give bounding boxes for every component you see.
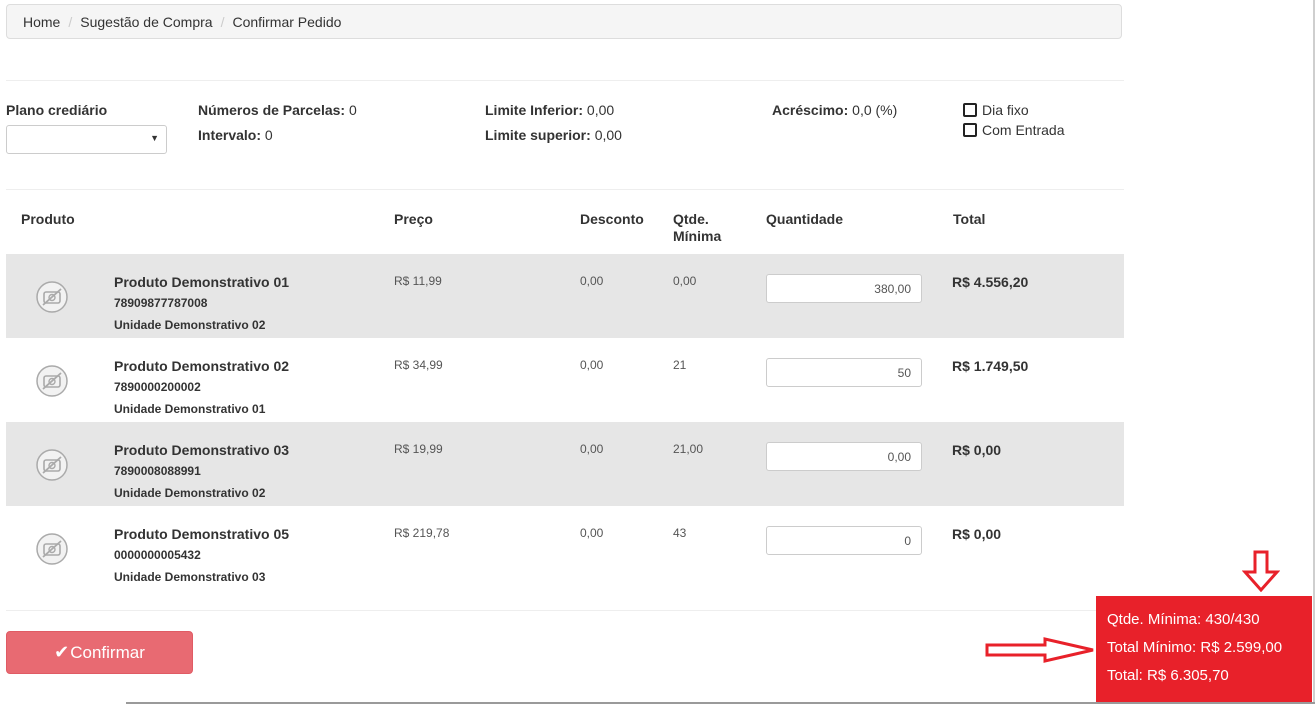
product-code: 78909877787008 — [114, 296, 208, 310]
table-row: Produto Demonstrativo 03 7890008088991 U… — [6, 422, 1124, 506]
checkbox-icon — [963, 123, 977, 137]
no-image-icon — [36, 533, 68, 565]
product-discount: 0,00 — [580, 358, 604, 372]
arrow-down-icon — [1242, 550, 1280, 592]
product-price: R$ 34,99 — [394, 358, 443, 372]
order-summary: Qtde. Mínima: 430/430 Total Mínimo: R$ 2… — [1096, 596, 1312, 704]
no-image-icon — [36, 281, 68, 313]
interval-field: Intervalo: 0 — [198, 127, 273, 143]
product-total: R$ 1.749,50 — [952, 358, 1029, 374]
header-discount: Desconto — [580, 211, 644, 227]
table-row: Produto Demonstrativo 02 7890000200002 U… — [6, 338, 1124, 422]
check-icon: ✔ — [54, 642, 70, 662]
fixed-day-label: Dia fixo — [982, 102, 1029, 118]
confirm-button-label: Confirmar — [70, 642, 145, 662]
product-unit: Unidade Demonstrativo 02 — [114, 486, 266, 500]
product-name: Produto Demonstrativo 05 — [114, 526, 290, 542]
breadcrumb-current: Confirmar Pedido — [232, 13, 342, 30]
product-code: 7890000200002 — [114, 380, 201, 394]
product-unit: Unidade Demonstrativo 02 — [114, 318, 266, 332]
down-payment-checkbox[interactable]: Com Entrada — [963, 122, 1064, 138]
breadcrumb: Home / Sugestão de Compra / Confirmar Pe… — [6, 4, 1122, 39]
header-price: Preço — [394, 211, 433, 227]
surcharge-field: Acréscimo: 0,0 (%) — [772, 102, 897, 118]
header-min-qty-line2: Mínima — [673, 228, 722, 244]
divider — [6, 80, 1124, 81]
product-total: R$ 0,00 — [952, 526, 1002, 542]
header-product: Produto — [21, 211, 75, 227]
lower-limit-label: Limite Inferior: — [485, 102, 584, 118]
table-row: Produto Demonstrativo 05 0000000005432 U… — [6, 506, 1124, 590]
product-price: R$ 219,78 — [394, 526, 450, 540]
surcharge-value: 0,0 (%) — [852, 102, 898, 118]
product-unit: Unidade Demonstrativo 01 — [114, 402, 266, 416]
chevron-down-icon: ▼ — [150, 133, 159, 143]
plan-select[interactable]: ▼ — [6, 125, 167, 154]
lower-limit-field: Limite Inferior: 0,00 — [485, 102, 614, 118]
no-image-icon — [36, 365, 68, 397]
product-code: 0000000005432 — [114, 548, 201, 562]
product-price: R$ 19,99 — [394, 442, 443, 456]
product-name: Produto Demonstrativo 03 — [114, 442, 290, 458]
header-min-qty-line1: Qtde. — [673, 211, 709, 227]
plan-label: Plano crediário — [6, 102, 108, 118]
down-payment-label: Com Entrada — [982, 122, 1065, 138]
fixed-day-checkbox[interactable]: Dia fixo — [963, 102, 1029, 118]
quantity-input[interactable] — [766, 526, 922, 555]
breadcrumb-separator: / — [220, 13, 225, 30]
breadcrumb-home-link[interactable]: Home — [23, 14, 60, 30]
header-quantity: Quantidade — [766, 211, 844, 227]
surcharge-label: Acréscimo: — [772, 102, 849, 118]
product-min-qty: 43 — [673, 526, 687, 540]
summary-min-qty: Qtde. Mínima: 430/430 — [1107, 611, 1260, 628]
confirm-button[interactable]: ✔ Confirmar — [6, 631, 193, 674]
quantity-input[interactable] — [766, 442, 922, 471]
header-total: Total — [953, 211, 986, 227]
product-discount: 0,00 — [580, 274, 604, 288]
upper-limit-value: 0,00 — [594, 127, 622, 143]
interval-value: 0 — [264, 127, 273, 143]
divider — [6, 610, 1124, 611]
product-discount: 0,00 — [580, 442, 604, 456]
arrow-right-icon — [985, 637, 1094, 663]
upper-limit-label: Limite superior: — [485, 127, 591, 143]
breadcrumb-separator: / — [68, 13, 73, 30]
installments-value: 0 — [348, 102, 357, 118]
divider — [6, 189, 1124, 190]
product-total: R$ 4.556,20 — [952, 274, 1029, 290]
no-image-icon — [36, 449, 68, 481]
product-unit: Unidade Demonstrativo 03 — [114, 570, 266, 584]
interval-label: Intervalo: — [198, 127, 262, 143]
product-total: R$ 0,00 — [952, 442, 1002, 458]
header-min-qty: Qtde. Mínima — [673, 211, 721, 245]
product-name: Produto Demonstrativo 02 — [114, 358, 290, 374]
summary-min-total: Total Mínimo: R$ 2.599,00 — [1107, 639, 1283, 656]
table-row: Produto Demonstrativo 01 78909877787008 … — [6, 254, 1124, 338]
product-min-qty: 21,00 — [673, 442, 704, 456]
product-name: Produto Demonstrativo 01 — [114, 274, 290, 290]
product-min-qty: 0,00 — [673, 274, 697, 288]
product-code: 7890008088991 — [114, 464, 201, 478]
lower-limit-value: 0,00 — [586, 102, 615, 118]
breadcrumb-section-link[interactable]: Sugestão de Compra — [80, 14, 212, 30]
checkbox-icon — [963, 103, 977, 117]
upper-limit-field: Limite superior: 0,00 — [485, 127, 622, 143]
installments-label: Números de Parcelas: — [198, 102, 346, 118]
product-min-qty: 21 — [673, 358, 687, 372]
quantity-input[interactable] — [766, 274, 922, 303]
product-price: R$ 11,99 — [394, 274, 442, 288]
product-discount: 0,00 — [580, 526, 604, 540]
quantity-input[interactable] — [766, 358, 922, 387]
installments-field: Números de Parcelas: 0 — [198, 102, 357, 118]
summary-total: Total: R$ 6.305,70 — [1107, 667, 1229, 684]
